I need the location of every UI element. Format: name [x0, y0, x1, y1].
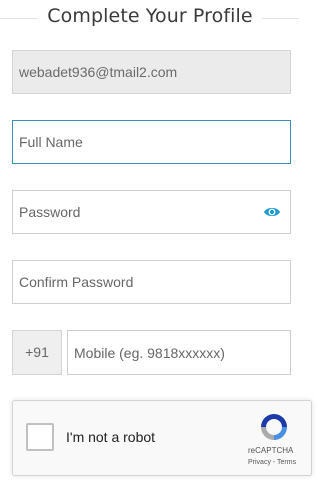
email-field: [12, 50, 291, 94]
confirm-password-input[interactable]: [13, 261, 290, 303]
recaptcha-links[interactable]: Privacy - Terms: [248, 459, 296, 466]
recaptcha-logo-icon: [258, 411, 290, 443]
header: Complete Your Profile: [0, 0, 299, 38]
eye-icon[interactable]: [263, 205, 281, 219]
country-code: +91: [12, 330, 62, 375]
email-input: [13, 51, 290, 93]
recaptcha-widget: I'm not a robot reCAPTCHA Privacy - Term…: [12, 400, 312, 476]
mobile-input[interactable]: [68, 331, 290, 374]
mobile-field[interactable]: [67, 330, 291, 375]
password-field[interactable]: [12, 190, 291, 234]
full-name-input[interactable]: [13, 121, 290, 163]
full-name-field[interactable]: [12, 120, 291, 164]
page-title: Complete Your Profile: [47, 5, 253, 27]
confirm-password-field[interactable]: [12, 260, 291, 304]
recaptcha-brand: reCAPTCHA: [248, 446, 294, 455]
recaptcha-checkbox[interactable]: [26, 423, 54, 451]
recaptcha-label: I'm not a robot: [66, 429, 156, 445]
password-input[interactable]: [13, 191, 290, 233]
title-divider-right: [262, 18, 299, 19]
title-divider-left: [0, 18, 38, 19]
